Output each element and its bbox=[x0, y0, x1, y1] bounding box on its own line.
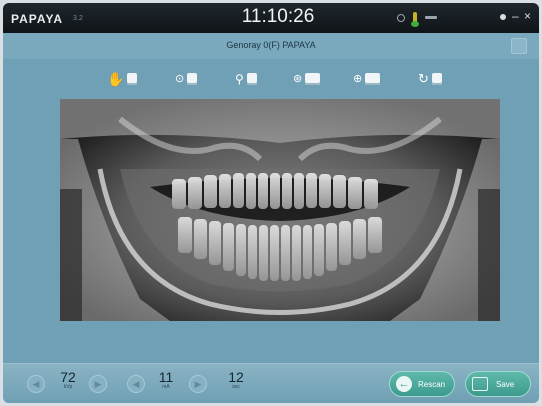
ma-display: 11 mA bbox=[151, 369, 181, 390]
sec-unit: sec bbox=[232, 384, 240, 390]
battery-icon bbox=[425, 16, 437, 19]
settings-corner-button[interactable] bbox=[511, 38, 527, 54]
arrow-left-icon: ← bbox=[396, 376, 412, 392]
sensor-icon bbox=[127, 73, 138, 85]
crosshair-icon: ⊙ bbox=[175, 73, 185, 85]
patient-info: Genoray 0(F) PAPAYA bbox=[226, 40, 316, 50]
kvp-value: 72 bbox=[60, 369, 76, 385]
ma-decrease-button[interactable]: ◀ bbox=[127, 375, 145, 393]
tool-hand-button[interactable]: ✋ bbox=[107, 69, 138, 89]
panoramic-xray bbox=[60, 99, 500, 321]
sensor-icon bbox=[246, 73, 257, 85]
rotate-icon: ↻ bbox=[418, 71, 429, 86]
xray-image[interactable] bbox=[60, 99, 500, 321]
ma-value: 11 bbox=[158, 369, 174, 385]
sec-display: 12 sec bbox=[221, 369, 251, 390]
tool-segment-button[interactable]: ⊕ bbox=[353, 69, 381, 89]
panel-split-icon bbox=[365, 73, 381, 85]
sec-value: 12 bbox=[228, 369, 244, 385]
kvp-increase-button[interactable]: ▶ bbox=[89, 375, 107, 393]
panel-icon bbox=[305, 73, 321, 85]
zoom-icon: ⚲ bbox=[235, 72, 244, 86]
save-button[interactable]: Save bbox=[465, 371, 531, 397]
image-toolbar: ✋ ⊙ ⚲ ⊛ ⊕ ↻ bbox=[3, 59, 539, 99]
rescan-button[interactable]: ← Rescan bbox=[389, 371, 455, 397]
patient-header: Genoray 0(F) PAPAYA bbox=[3, 33, 539, 59]
ma-increase-button[interactable]: ▶ bbox=[189, 375, 207, 393]
sensor-icon bbox=[431, 73, 442, 85]
ma-unit: mA bbox=[162, 384, 170, 390]
tool-arch-button[interactable]: ⊛ bbox=[293, 69, 321, 89]
tooth-split-icon: ⊕ bbox=[353, 73, 363, 85]
status-circle-icon bbox=[397, 14, 405, 22]
thermometer-icon bbox=[411, 12, 419, 27]
hand-icon: ✋ bbox=[107, 71, 125, 87]
kvp-decrease-button[interactable]: ◀ bbox=[27, 375, 45, 393]
tooth-icon: ⊛ bbox=[293, 73, 303, 85]
kvp-unit: kVp bbox=[63, 384, 73, 390]
tool-rotate-button[interactable]: ↻ bbox=[418, 69, 442, 89]
app-version: 3.2 bbox=[73, 15, 83, 22]
app-logo: PAPAYA bbox=[11, 12, 64, 26]
kvp-display: 72 kVp bbox=[53, 369, 83, 390]
menu-dot-icon[interactable] bbox=[500, 14, 506, 20]
app-window: PAPAYA 3.2 11:10:26 – × Genoray 0(F) PAP… bbox=[3, 3, 539, 403]
tool-zoom-button[interactable]: ⚲ bbox=[235, 69, 257, 89]
close-icon[interactable]: × bbox=[524, 9, 531, 23]
clock-display: 11:10:26 bbox=[241, 6, 315, 27]
save-label: Save bbox=[496, 379, 515, 389]
rescan-label: Rescan bbox=[418, 379, 446, 389]
sensor-icon bbox=[187, 73, 198, 85]
tool-pointer-button[interactable]: ⊙ bbox=[175, 69, 198, 89]
exposure-footer: ◀ 72 kVp ▶ ◀ 11 mA ▶ 12 sec ← Rescan Sav… bbox=[3, 363, 539, 403]
minimize-icon[interactable]: – bbox=[512, 9, 519, 23]
save-icon bbox=[472, 377, 488, 391]
title-bar: PAPAYA 3.2 11:10:26 – × bbox=[3, 3, 539, 33]
